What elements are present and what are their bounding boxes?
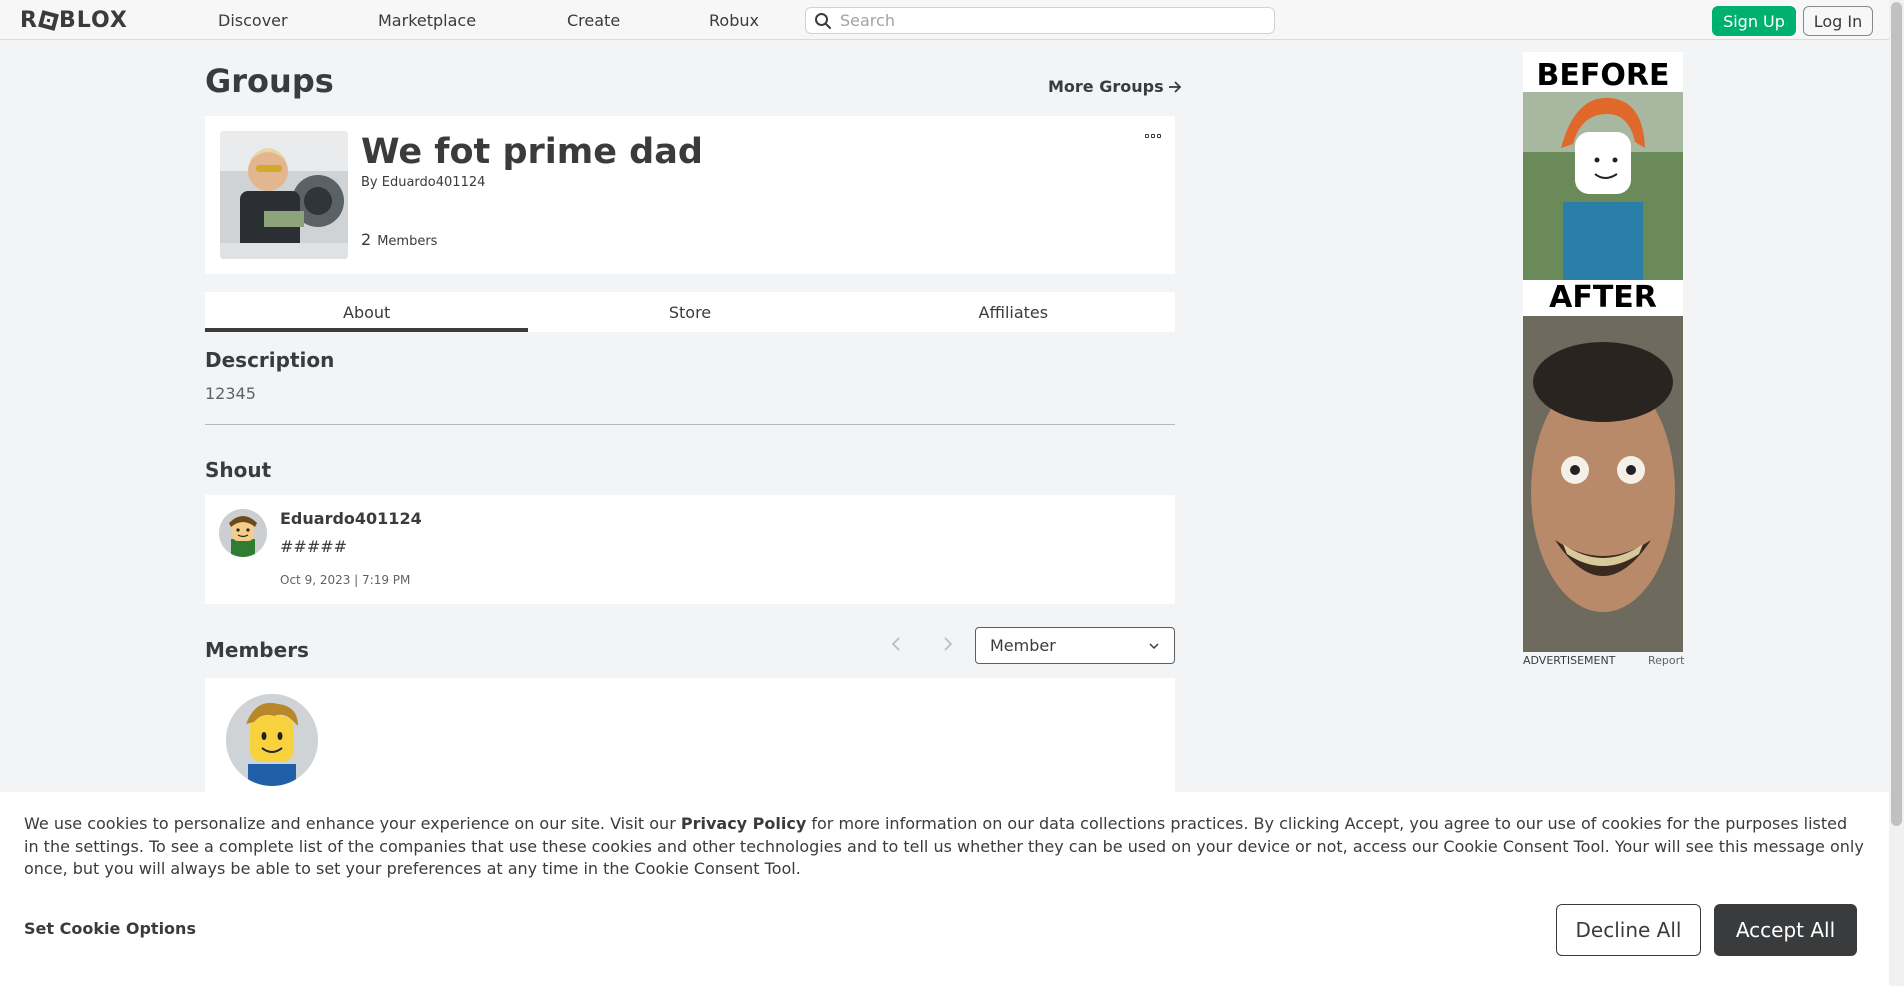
roblox-logo[interactable]: R BLOX bbox=[20, 8, 128, 33]
chevron-left-icon[interactable] bbox=[890, 636, 902, 652]
chevron-down-icon bbox=[1149, 642, 1159, 649]
set-cookie-options-link[interactable]: Set Cookie Options bbox=[24, 919, 196, 938]
decline-all-button[interactable]: Decline All bbox=[1556, 904, 1701, 956]
arrow-right-icon bbox=[1168, 80, 1181, 93]
member-count-value: 2 bbox=[361, 230, 372, 249]
shout-message: ##### bbox=[280, 537, 348, 556]
ad-after-text: AFTER bbox=[1523, 280, 1683, 316]
more-groups-link[interactable]: More Groups bbox=[1048, 77, 1182, 96]
search-icon bbox=[815, 12, 831, 29]
tab-store[interactable]: Store bbox=[528, 292, 851, 332]
search-input[interactable] bbox=[840, 11, 1240, 30]
accept-all-button[interactable]: Accept All bbox=[1714, 904, 1857, 956]
cookie-message: We use cookies to personalize and enhanc… bbox=[24, 813, 1864, 881]
group-name: We fot prime dad bbox=[361, 132, 703, 172]
scrollbar-thumb[interactable] bbox=[1891, 2, 1902, 826]
ad-before-text: BEFORE bbox=[1536, 58, 1670, 93]
role-select[interactable]: Member bbox=[975, 627, 1175, 664]
group-emblem bbox=[220, 131, 348, 259]
shout-avatar[interactable] bbox=[219, 509, 267, 557]
signup-button[interactable]: Sign Up bbox=[1712, 6, 1796, 36]
chevron-right-icon[interactable] bbox=[942, 636, 954, 652]
shout-heading: Shout bbox=[205, 458, 272, 482]
nav-create[interactable]: Create bbox=[567, 11, 620, 30]
by-prefix: By bbox=[361, 175, 378, 190]
shout-timestamp: Oct 9, 2023 | 7:19 PM bbox=[280, 573, 411, 587]
tab-about[interactable]: About bbox=[205, 292, 529, 332]
more-groups-label: More Groups bbox=[1048, 77, 1164, 96]
member-count: 2 Members bbox=[361, 230, 437, 249]
top-nav: R BLOX Discover Marketplace Create Robux … bbox=[0, 0, 1904, 40]
description-heading: Description bbox=[205, 348, 335, 372]
cookie-banner: We use cookies to personalize and enhanc… bbox=[0, 792, 1889, 986]
search-box bbox=[805, 7, 1275, 34]
group-owner-line: By Eduardo401124 bbox=[361, 175, 485, 190]
shout-card: Eduardo401124 ##### Oct 9, 2023 | 7:19 P… bbox=[205, 495, 1175, 604]
more-options-icon[interactable] bbox=[1145, 134, 1161, 138]
description-text: 12345 bbox=[205, 384, 256, 403]
divider bbox=[205, 424, 1175, 425]
member-avatar[interactable] bbox=[226, 694, 318, 786]
nav-marketplace[interactable]: Marketplace bbox=[378, 11, 476, 30]
members-list bbox=[205, 678, 1175, 798]
group-header-card: We fot prime dad By Eduardo401124 2 Memb… bbox=[205, 116, 1175, 274]
nav-robux[interactable]: Robux bbox=[709, 11, 759, 30]
tab-affiliates[interactable]: Affiliates bbox=[852, 292, 1175, 332]
cookie-text-before: We use cookies to personalize and enhanc… bbox=[24, 814, 681, 833]
page-title: Groups bbox=[205, 62, 334, 100]
advertisement-banner[interactable]: BEFORE AFTER bbox=[1523, 52, 1683, 652]
nav-discover[interactable]: Discover bbox=[218, 11, 288, 30]
role-select-value: Member bbox=[990, 636, 1056, 655]
member-count-label: Members bbox=[377, 234, 438, 249]
login-button[interactable]: Log In bbox=[1803, 6, 1873, 36]
members-heading: Members bbox=[205, 638, 309, 662]
shout-username[interactable]: Eduardo401124 bbox=[280, 509, 422, 528]
ad-report-link[interactable]: Report bbox=[1648, 654, 1684, 667]
group-tabs: About Store Affiliates bbox=[205, 292, 1175, 332]
advertisement-label: ADVERTISEMENT bbox=[1523, 654, 1616, 667]
privacy-policy-link[interactable]: Privacy Policy bbox=[681, 814, 806, 833]
group-owner-link[interactable]: Eduardo401124 bbox=[382, 175, 486, 190]
